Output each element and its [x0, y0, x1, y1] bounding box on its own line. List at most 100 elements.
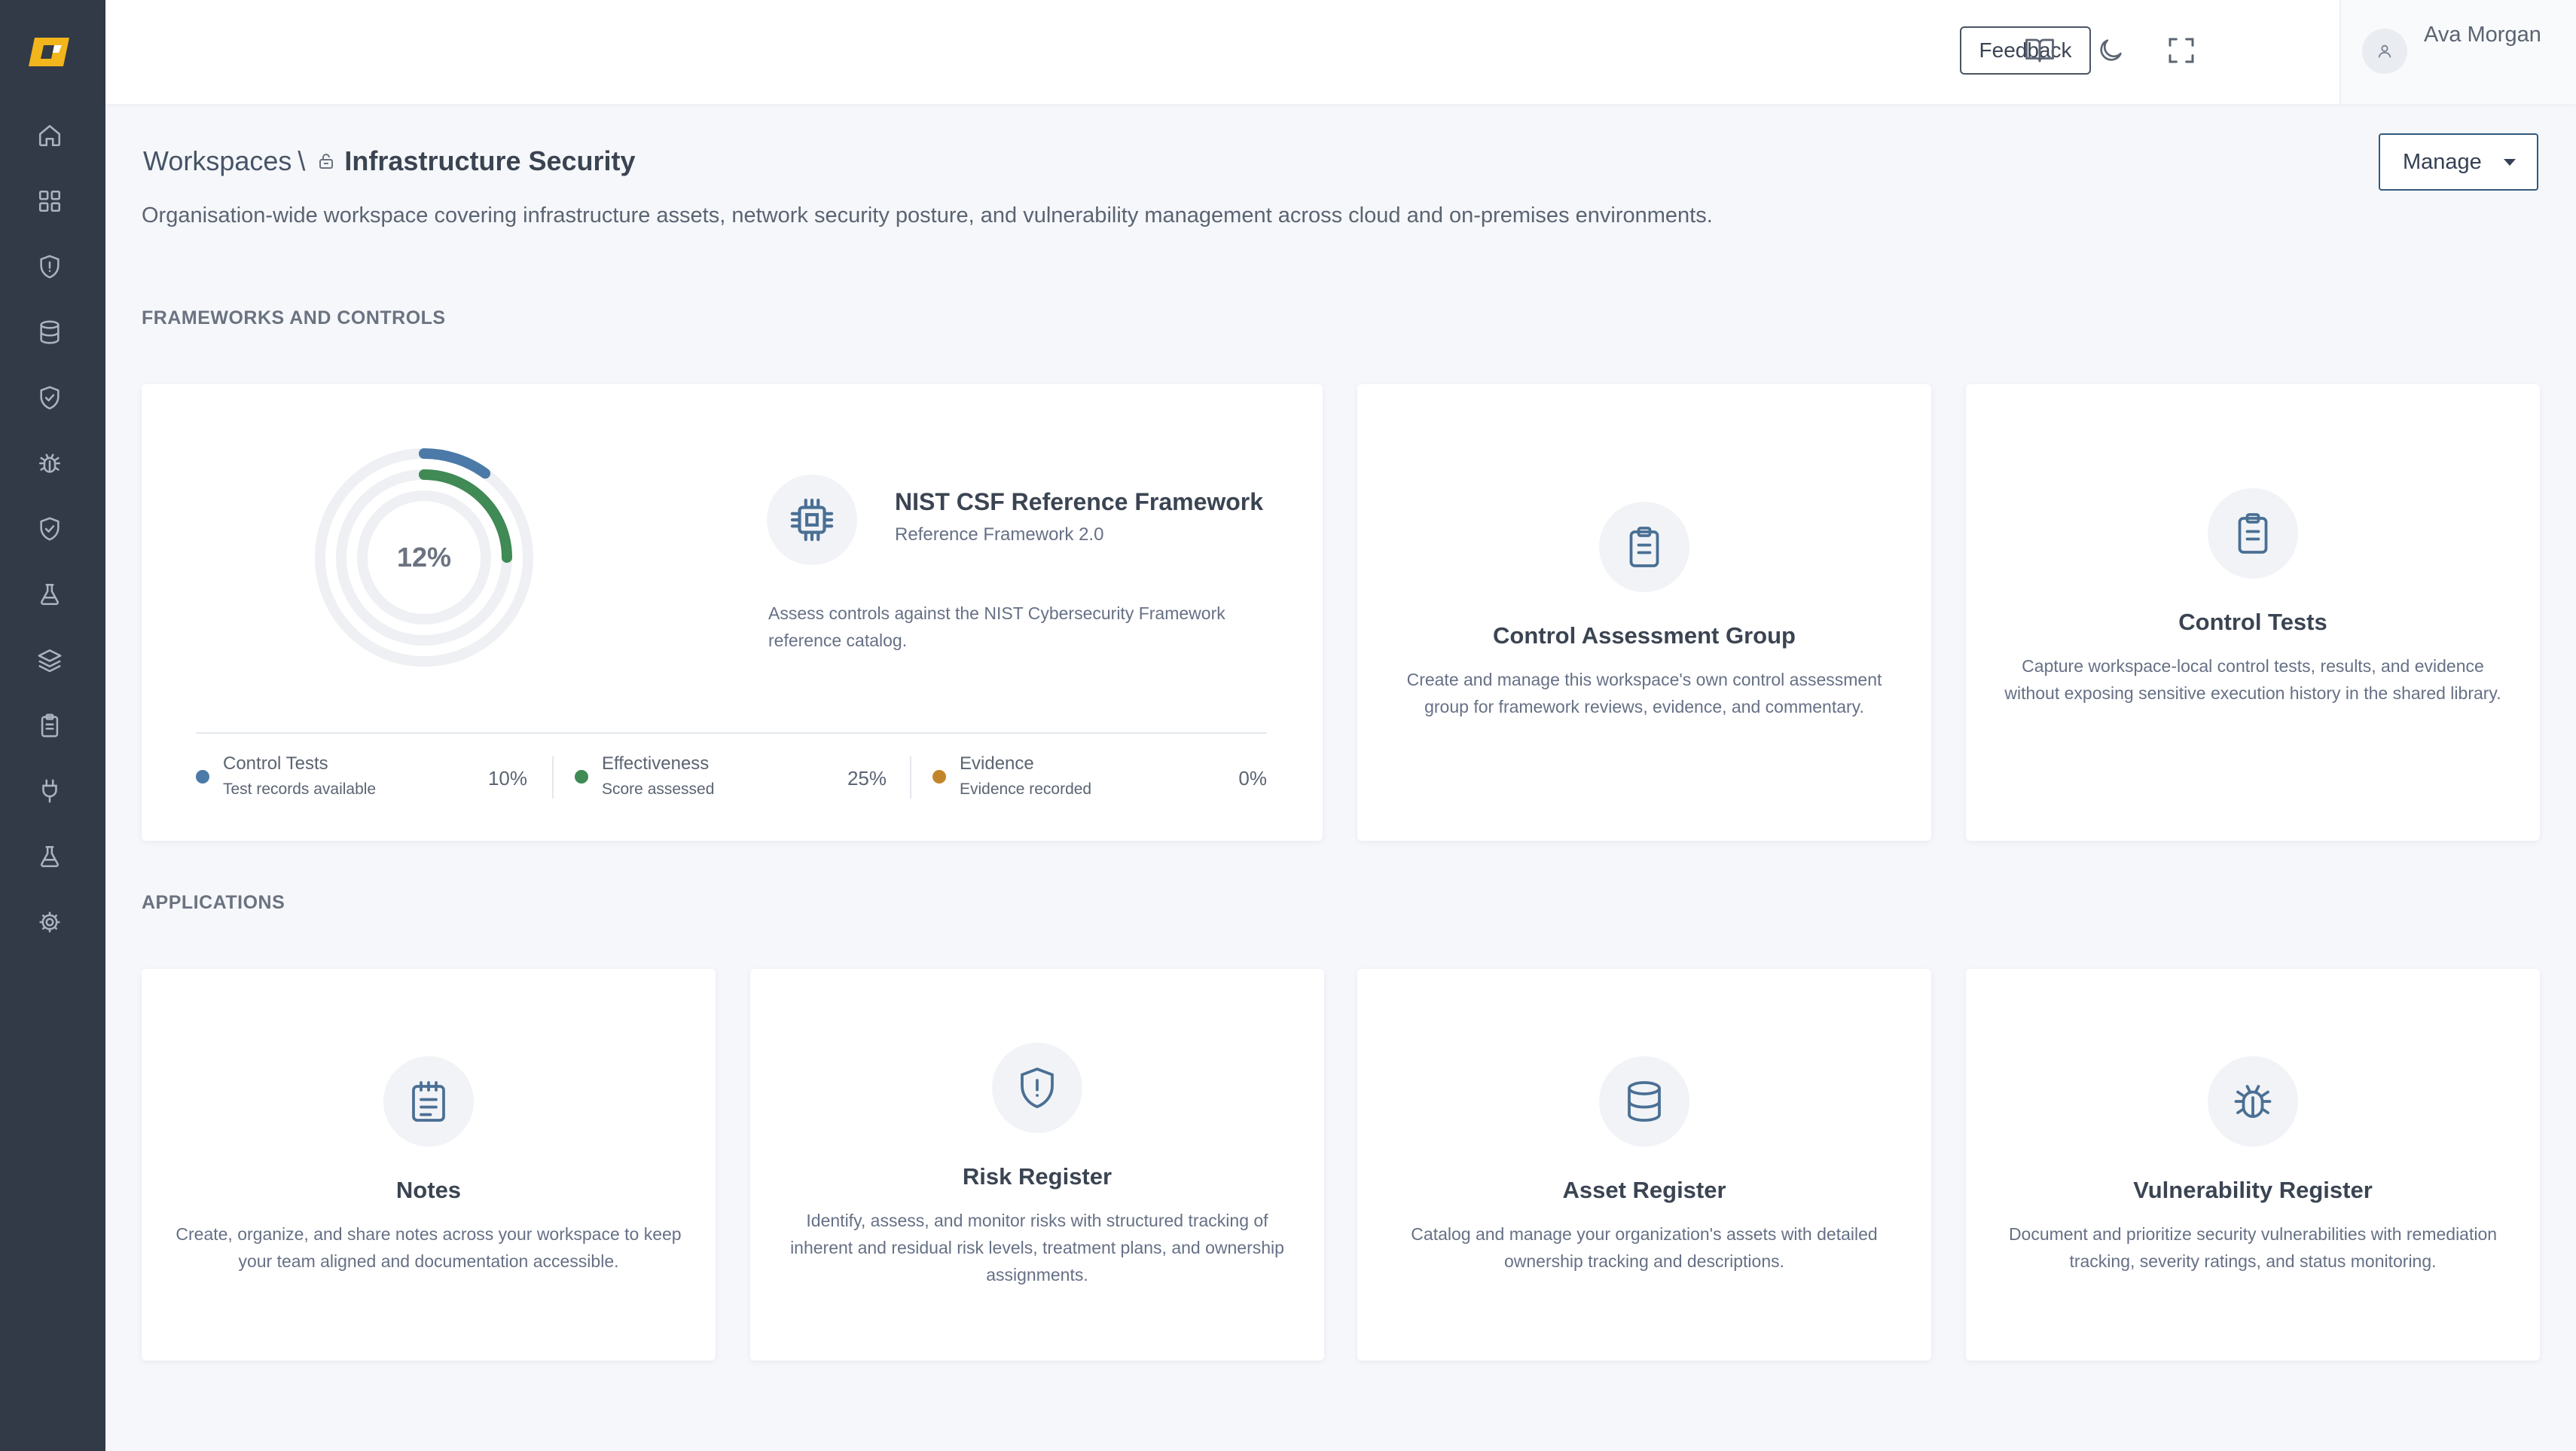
avatar: [2362, 29, 2407, 74]
bug-icon: [2234, 1085, 2272, 1118]
clipboard-icon: [1629, 527, 1659, 567]
breadcrumb-separator: \: [298, 145, 306, 176]
divider: [196, 732, 1267, 734]
legend-dot: [196, 770, 209, 784]
card-title: Asset Register: [1562, 1177, 1726, 1203]
flask-icon: [40, 845, 60, 868]
sidebar-item-integrations[interactable]: [33, 774, 66, 808]
metric-sub: Test records available: [223, 780, 377, 798]
app-card-vulnerability-register[interactable]: Vulnerability Register Document and prio…: [1966, 969, 2540, 1361]
sidebar-item-controls[interactable]: [33, 381, 66, 414]
divider: [910, 756, 911, 799]
sidebar-item-assets[interactable]: [33, 316, 66, 349]
sidebar-item-reports[interactable]: [33, 709, 66, 742]
sidebar-item-labs[interactable]: [33, 840, 66, 873]
overall-percent: 12%: [396, 542, 452, 573]
app-card-risk-register[interactable]: Risk Register Identify, assess, and moni…: [750, 969, 1324, 1361]
page-title: Infrastructure Security: [344, 145, 636, 176]
shield-check-icon: [40, 386, 60, 410]
card-title: Risk Register: [962, 1163, 1113, 1190]
card-icon-badge: [992, 1043, 1082, 1133]
workspace-description: Organisation-wide workspace covering inf…: [142, 203, 1713, 228]
framework-icon-badge: [767, 475, 857, 565]
fullscreen-button[interactable]: [2165, 34, 2198, 67]
user-menu[interactable]: Ava Morgan: [2339, 0, 2576, 104]
fullscreen-icon: [2169, 38, 2194, 63]
plug-icon: [42, 779, 57, 803]
sidebar-item-compliance[interactable]: [33, 512, 66, 545]
layers-icon: [38, 649, 62, 673]
legend-dot: [575, 770, 588, 784]
user-icon: [2378, 44, 2391, 58]
metric-evidence: Evidence Evidence recorded 0%: [932, 753, 1267, 806]
sidebar-item-tests[interactable]: [33, 578, 66, 611]
shield-alert-icon: [1021, 1067, 1054, 1108]
card-description: Document and prioritize security vulnera…: [2008, 1224, 2498, 1271]
card-icon-badge: [1599, 1056, 1689, 1147]
sidebar-item-layers[interactable]: [33, 643, 66, 677]
sidebar: [0, 0, 105, 1451]
card-description: Identify, assess, and monitor risks with…: [790, 1211, 1284, 1285]
chip-icon: [790, 498, 834, 542]
section-title-frameworks: FRAMEWORKS AND CONTROLS: [142, 307, 446, 328]
sidebar-item-dashboard[interactable]: [33, 185, 66, 218]
framework-subtitle: Reference Framework 2.0: [895, 524, 1104, 545]
gear-icon: [39, 912, 60, 933]
metric-value: 0%: [1238, 767, 1267, 790]
theme-toggle-button[interactable]: [2094, 34, 2127, 67]
user-name: Ava Morgan: [2424, 23, 2541, 47]
home-icon: [38, 124, 61, 147]
metric-control-tests: Control Tests Test records available 10%: [196, 753, 527, 806]
control-assessment-group-card[interactable]: Control Assessment Group Create and mana…: [1357, 384, 1931, 841]
card-title: Control Assessment Group: [1493, 622, 1796, 649]
metric-sub: Evidence recorded: [960, 780, 1092, 798]
clipboard-icon: [41, 713, 59, 738]
control-tests-card[interactable]: Control Tests Capture workspace-local co…: [1966, 384, 2540, 841]
metric-value: 10%: [487, 767, 527, 790]
section-title-applications: APPLICATIONS: [142, 892, 285, 913]
metric-value: 25%: [847, 767, 887, 790]
card-title: Notes: [395, 1177, 462, 1203]
framework-progress-rings: 12%: [311, 444, 537, 671]
grid-icon: [38, 190, 61, 212]
moon-icon: [2100, 39, 2122, 61]
app-logo[interactable]: [29, 33, 71, 71]
metric-effectiveness: Effectiveness Score assessed 25%: [575, 753, 887, 806]
legend-dot: [932, 770, 946, 784]
database-icon: [1628, 1081, 1661, 1122]
metric-name: Control Tests: [223, 753, 328, 774]
card-description: Catalog and manage your organization's a…: [1411, 1224, 1878, 1271]
card-description: Create, organize, and share notes across…: [175, 1224, 682, 1271]
card-icon-badge: [383, 1056, 474, 1147]
shield-check-icon: [40, 517, 60, 541]
sidebar-item-home[interactable]: [33, 119, 66, 152]
notepad-icon: [412, 1081, 445, 1122]
framework-card[interactable]: 12% NIST CSF Reference Framework Referen…: [142, 384, 1323, 841]
card-icon-badge: [1599, 502, 1689, 592]
docs-button[interactable]: [2023, 34, 2056, 67]
divider: [552, 756, 554, 799]
card-description: Capture workspace-local control tests, r…: [2004, 656, 2501, 703]
framework-description: Assess controls against the NIST Cyberse…: [768, 603, 1225, 650]
sidebar-item-risks[interactable]: [33, 250, 66, 283]
app-card-notes[interactable]: Notes Create, organize, and share notes …: [142, 969, 716, 1361]
card-title: Control Tests: [2178, 609, 2327, 635]
lock-icon: [317, 152, 335, 170]
shield-alert-icon: [40, 255, 60, 279]
card-title: Vulnerability Register: [2133, 1177, 2373, 1203]
clipboard-icon: [2238, 513, 2268, 554]
app-card-asset-register[interactable]: Asset Register Catalog and manage your o…: [1357, 969, 1931, 1361]
card-description: Create and manage this workspace's own c…: [1406, 670, 1882, 716]
breadcrumb: Workspaces \ Infrastructure Security: [143, 143, 636, 179]
manage-dropdown-button[interactable]: Manage: [2379, 133, 2538, 191]
caret-down-icon: [2504, 158, 2516, 166]
top-bar: Feedback Ava Morgan: [105, 0, 2576, 104]
framework-title: NIST CSF Reference Framework: [895, 488, 1264, 515]
card-icon-badge: [2208, 488, 2298, 579]
sidebar-item-vulnerabilities[interactable]: [33, 447, 66, 480]
metric-name: Evidence: [960, 753, 1034, 774]
bug-icon: [38, 454, 61, 473]
breadcrumb-root[interactable]: Workspaces: [143, 145, 291, 177]
book-open-icon: [2025, 38, 2054, 63]
sidebar-item-settings[interactable]: [33, 906, 66, 939]
